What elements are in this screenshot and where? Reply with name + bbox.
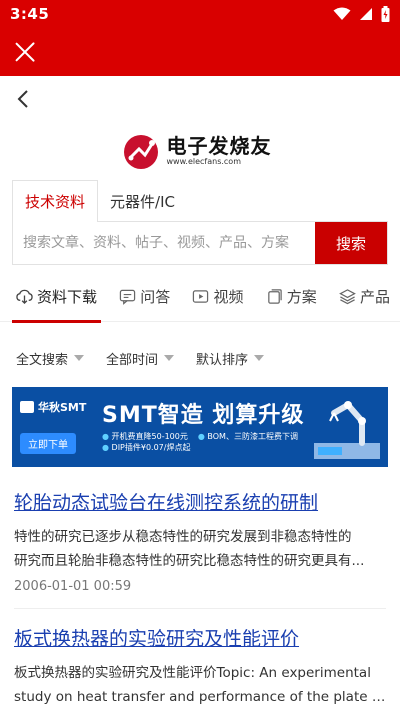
- banner-order-button[interactable]: 立即下单: [20, 433, 76, 454]
- tab-qa[interactable]: 问答: [119, 272, 170, 322]
- caret-down-icon: [254, 355, 265, 361]
- banner-bullet: DIP插件¥0.07/焊点起: [102, 442, 191, 453]
- logo-text-en: www.elecfans.com: [166, 157, 242, 166]
- search-input[interactable]: [13, 222, 315, 264]
- copy-icon: [267, 289, 282, 304]
- article-title-link[interactable]: 轮胎动态试验台在线测控系统的研制: [14, 489, 386, 517]
- filter-search-scope-label: 全文搜索: [16, 352, 69, 368]
- back-arrow-icon[interactable]: [16, 89, 32, 109]
- category-tabs: 资料下载 问答 视频 方案 产品: [0, 272, 400, 323]
- banner-bullet: 开机费直降50-100元: [102, 431, 188, 442]
- filter-sort[interactable]: 默认排序: [196, 349, 265, 368]
- battery-icon: [381, 6, 390, 22]
- close-icon[interactable]: [12, 39, 38, 65]
- tab-tech-docs[interactable]: 技术资料: [12, 180, 99, 222]
- article-summary-line: 板式换热器的实验研究及性能评价Topic: An experimental: [14, 665, 371, 681]
- site-logo: 电子发烧友 www.elecfans.com: [0, 122, 400, 180]
- cloud-download-icon: [16, 289, 33, 305]
- tab-downloads[interactable]: 资料下载: [11, 272, 102, 323]
- article-item: 轮胎动态试验台在线测控系统的研制 特性的研究已逐步从稳态特性的研究发展到非稳态特…: [0, 489, 400, 609]
- search-type-tabs: 技术资料 元器件/IC: [12, 180, 388, 222]
- article-summary: 特性的研究已逐步从稳态特性的研究发展到非稳态特性的 研究而且轮胎非稳态特性的研究…: [14, 525, 386, 573]
- filter-search-scope[interactable]: 全文搜索: [16, 349, 85, 368]
- filter-bar: 全文搜索 全部时间 默认排序: [0, 329, 400, 387]
- filter-time-label: 全部时间: [106, 352, 159, 368]
- article-title-link[interactable]: 板式换热器的实验研究及性能评价: [14, 625, 386, 653]
- filter-time[interactable]: 全部时间: [106, 349, 175, 368]
- robot-arm-icon: [314, 401, 380, 459]
- tab-solutions[interactable]: 方案: [266, 272, 317, 322]
- elecfans-logo-icon: [123, 135, 158, 169]
- top-app-bar: [0, 28, 400, 76]
- tab-components-ic[interactable]: 元器件/IC: [98, 180, 187, 222]
- caret-down-icon: [164, 355, 175, 361]
- filter-sort-label: 默认排序: [196, 352, 249, 368]
- tab-video-label: 视频: [213, 288, 244, 306]
- ad-banner[interactable]: 华秋SMT 立即下单 SMT智造 划算升级 开机费直降50-100元 BOM、三…: [12, 387, 388, 467]
- wifi-icon: [333, 7, 351, 20]
- search-box: 搜索: [12, 221, 388, 265]
- tab-video[interactable]: 视频: [192, 272, 243, 322]
- tab-products-label: 产品: [359, 288, 390, 306]
- layers-icon: [339, 289, 356, 305]
- article-summary-line: 研究而且轮胎非稳态特性的研究比稳态特性的研究更具有...: [14, 553, 365, 569]
- divider: [14, 608, 386, 609]
- logo-text-cn: 电子发烧友: [166, 134, 272, 158]
- banner-bullet: BOM、三防漆工程费下调: [198, 431, 298, 442]
- signal-icon: [360, 8, 372, 20]
- article-date: 2006-01-01 00:59: [14, 579, 132, 594]
- article-summary: 板式换热器的实验研究及性能评价Topic: An experimental st…: [14, 661, 386, 709]
- video-icon: [193, 290, 209, 303]
- chat-icon: [120, 289, 136, 305]
- banner-headline: SMT智造 划算升级: [102, 403, 305, 428]
- banner-brand: 华秋SMT: [38, 401, 87, 414]
- article-item: 板式换热器的实验研究及性能评价 板式换热器的实验研究及性能评价Topic: An…: [0, 625, 400, 709]
- article-summary-line: study on heat transfer and performance o…: [14, 689, 386, 705]
- status-bar: 3:45: [0, 0, 400, 28]
- caret-down-icon: [74, 355, 85, 361]
- search-button[interactable]: 搜索: [315, 222, 387, 264]
- back-row: [0, 76, 400, 122]
- tab-qa-label: 问答: [140, 288, 171, 306]
- tab-products[interactable]: 产品: [339, 272, 390, 322]
- status-time: 3:45: [10, 5, 50, 23]
- tab-downloads-label: 资料下载: [37, 288, 98, 306]
- article-summary-line: 特性的研究已逐步从稳态特性的研究发展到非稳态特性的: [14, 529, 352, 545]
- status-icons: [333, 6, 390, 22]
- tab-solutions-label: 方案: [286, 288, 317, 306]
- banner-bullets: 开机费直降50-100元 BOM、三防漆工程费下调 DIP插件¥0.07/焊点起: [102, 431, 312, 453]
- brand-logo-icon: [20, 401, 34, 413]
